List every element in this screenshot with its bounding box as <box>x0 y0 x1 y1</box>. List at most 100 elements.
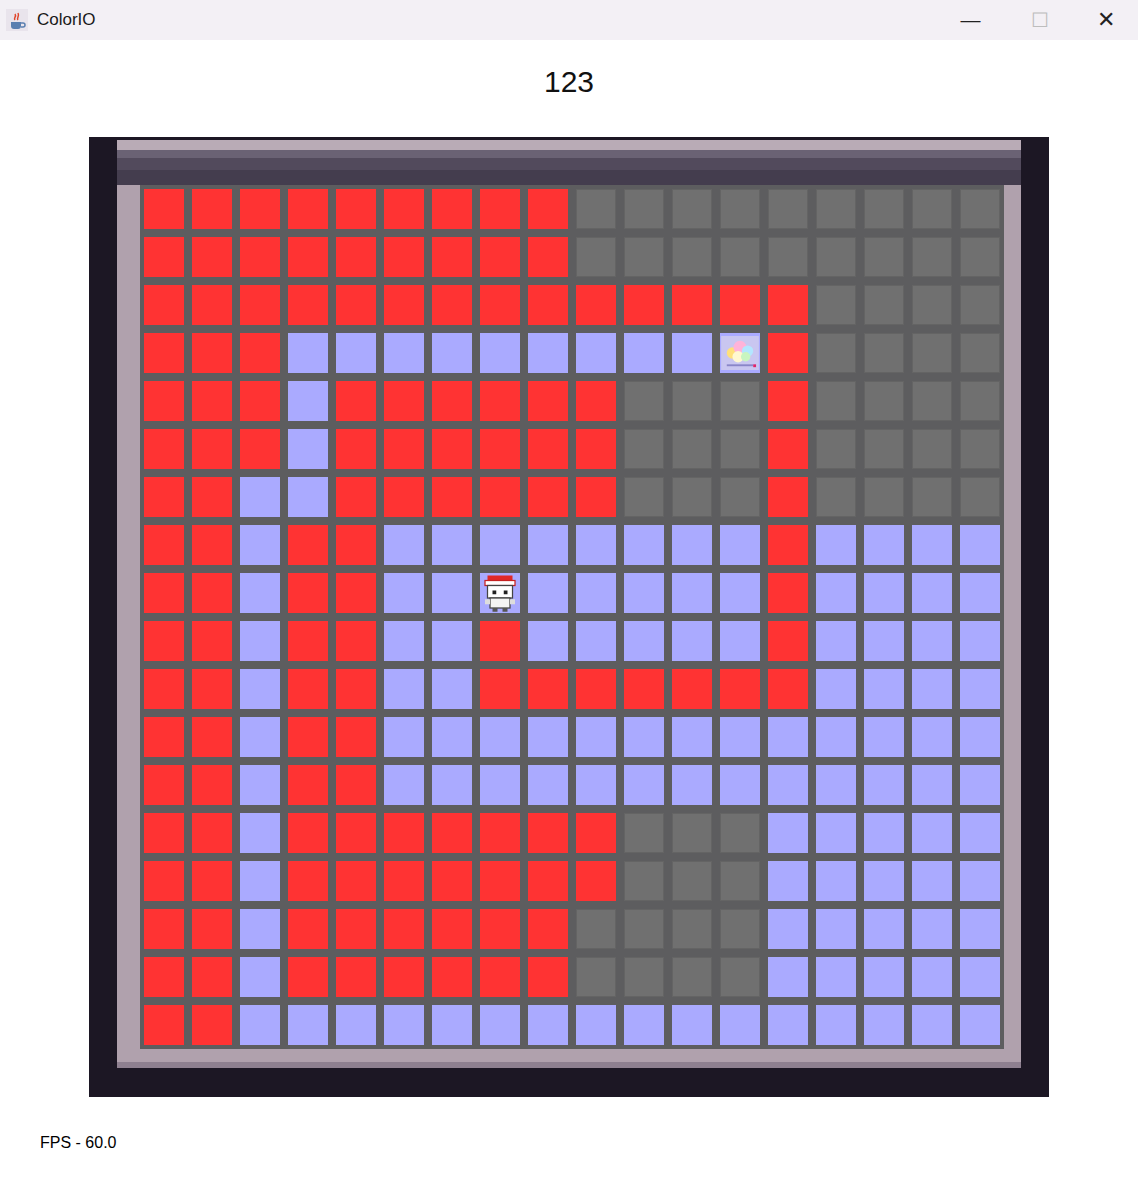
tile-cell <box>332 857 380 905</box>
tile-cell <box>524 761 572 809</box>
tile <box>960 525 1000 565</box>
tile-cell <box>716 329 764 377</box>
tile-cell <box>764 761 812 809</box>
tile-cell <box>332 761 380 809</box>
tile <box>768 957 808 997</box>
tile <box>960 573 1000 613</box>
tile <box>816 429 856 469</box>
tile-cell <box>332 425 380 473</box>
tile-cell <box>716 953 764 1001</box>
tile <box>288 957 328 997</box>
minimize-button[interactable]: — <box>936 0 1005 40</box>
tile-cell <box>284 665 332 713</box>
tile <box>672 765 712 805</box>
tile-cell <box>140 761 188 809</box>
tile <box>816 861 856 901</box>
tile <box>768 813 808 853</box>
tile <box>288 333 328 373</box>
tile <box>144 765 184 805</box>
tile-cell <box>716 281 764 329</box>
tile <box>144 717 184 757</box>
tile <box>336 1005 376 1045</box>
tile-cell <box>428 1001 476 1049</box>
tile <box>576 909 616 949</box>
tile-cell <box>236 713 284 761</box>
tile <box>864 765 904 805</box>
tile-cell <box>956 953 1004 1001</box>
tile <box>432 765 472 805</box>
tile-cell <box>668 617 716 665</box>
tile <box>624 477 664 517</box>
tile-cell <box>428 761 476 809</box>
tile-cell <box>908 569 956 617</box>
tile-cell <box>908 425 956 473</box>
tile-cell <box>284 329 332 377</box>
tile <box>816 333 856 373</box>
tile-cell <box>572 857 620 905</box>
tile-cell <box>764 521 812 569</box>
tile-cell <box>332 809 380 857</box>
tile <box>288 429 328 469</box>
tile <box>768 333 808 373</box>
tile <box>576 1005 616 1045</box>
tile-cell <box>236 761 284 809</box>
tile-cell <box>380 569 428 617</box>
tile <box>864 621 904 661</box>
tile-cell <box>476 761 524 809</box>
tile-cell <box>668 521 716 569</box>
tile-cell <box>668 1001 716 1049</box>
tile <box>144 573 184 613</box>
tile-cell <box>812 281 860 329</box>
tile-cell <box>716 185 764 233</box>
tile-cell <box>428 665 476 713</box>
tile <box>480 477 520 517</box>
tile <box>960 333 1000 373</box>
tile <box>864 285 904 325</box>
tile-cell <box>764 473 812 521</box>
tile-cell <box>188 281 236 329</box>
tile-cell <box>524 665 572 713</box>
tile-cell <box>236 809 284 857</box>
tile <box>144 381 184 421</box>
tile <box>336 813 376 853</box>
tile <box>192 669 232 709</box>
tile-cell <box>236 569 284 617</box>
tile-cell <box>332 281 380 329</box>
tile-cell <box>284 521 332 569</box>
tile-cell <box>956 377 1004 425</box>
tile-cell <box>332 185 380 233</box>
tile-cell <box>284 281 332 329</box>
tile <box>912 909 952 949</box>
tile <box>576 381 616 421</box>
tile <box>384 285 424 325</box>
tile-cell <box>380 281 428 329</box>
tile-cell <box>620 233 668 281</box>
tile <box>240 237 280 277</box>
tile <box>192 1005 232 1045</box>
tile <box>288 669 328 709</box>
tile-cell <box>476 617 524 665</box>
tile <box>864 957 904 997</box>
tile <box>528 189 568 229</box>
tile <box>768 1005 808 1045</box>
tile-cell <box>140 377 188 425</box>
close-button[interactable]: ✕ <box>1074 0 1138 40</box>
tile-cell <box>860 185 908 233</box>
tile-cell <box>668 329 716 377</box>
tile-cell <box>476 521 524 569</box>
tile-cell <box>428 377 476 425</box>
tile-cell <box>956 809 1004 857</box>
tile <box>960 621 1000 661</box>
tile <box>528 669 568 709</box>
tile <box>336 861 376 901</box>
tile-cell <box>428 521 476 569</box>
tile <box>432 621 472 661</box>
tile-cell <box>908 1001 956 1049</box>
tile-cell <box>764 1001 812 1049</box>
tile <box>432 909 472 949</box>
tile <box>576 957 616 997</box>
tile-cell <box>956 713 1004 761</box>
tile <box>240 381 280 421</box>
score-area: 123 <box>0 40 1138 137</box>
tile-cell <box>860 281 908 329</box>
